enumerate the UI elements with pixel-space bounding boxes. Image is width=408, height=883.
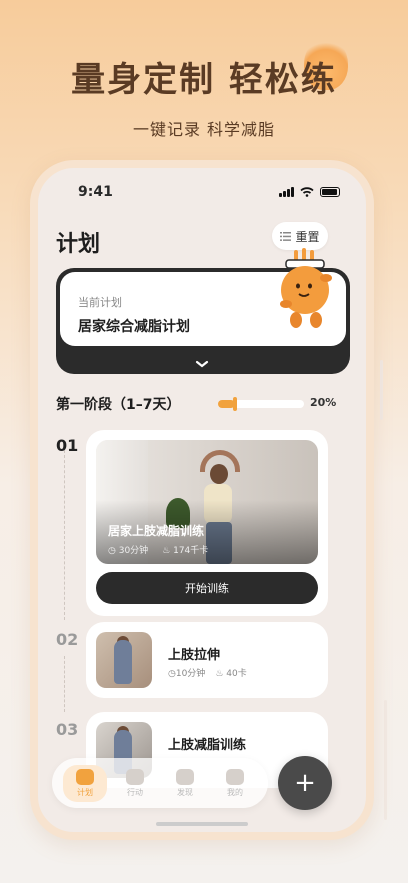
battery-icon [320,187,340,197]
workout-hero-image[interactable]: 居家上肢减脂训练 ◷ 30分钟 ♨ 174千卡 [96,440,318,564]
chevron-down-icon[interactable] [195,360,209,368]
tab-action[interactable]: 行动 [113,768,157,798]
tab-label: 行动 [127,787,143,797]
profile-icon [226,768,244,785]
workout-title: 上肢减脂训练 [168,738,247,753]
phone-frame: 9:41 计划 重置 当前计划 居家综合减脂计划 第一阶段（1–7天） 20% … [30,160,374,840]
signal-icon [279,187,294,197]
clock-icon: ◷ [168,669,176,679]
day-card-main[interactable]: 居家上肢减脂训练 ◷ 30分钟 ♨ 174千卡 开始训练 [86,430,328,616]
workout-meta: ◷10分钟 ♨ 40卡 [168,666,247,679]
tab-label: 发现 [177,787,193,797]
flame-icon: ♨ [162,546,174,556]
timeline-line [64,450,65,620]
promo-subtitle: 一键记录 科学减脂 [132,120,276,139]
page-title: 计划 [56,232,101,257]
day-card[interactable]: 上肢拉伸 ◷10分钟 ♨ 40卡 [86,622,328,698]
promo-title: 量身定制 轻松练 [71,60,337,100]
mascot-illustration [280,248,332,328]
add-button[interactable]: + [278,756,332,810]
workout-thumbnail [96,632,152,688]
status-bar: 9:41 [38,184,366,204]
tab-label: 我的 [227,787,243,797]
status-icons [279,187,340,197]
day-number: 03 [56,720,79,739]
home-indicator [156,822,248,826]
tab-label: 计划 [77,787,93,797]
wifi-icon [300,187,314,197]
workout-duration: 10分钟 [175,669,206,679]
stage-progress-bar [218,397,304,411]
stage-title: 第一阶段（1–7天） [56,397,181,413]
reset-label: 重置 [295,229,320,244]
day-number: 01 [56,436,79,455]
timeline-line [64,656,65,712]
bottom-tab-bar: 计划 行动 发现 我的 [52,758,268,808]
list-icon [280,231,292,241]
stage-progress-label: 20% [310,396,337,409]
workout-meta: ◷ 30分钟 ♨ 174千卡 [108,543,208,556]
tab-plan[interactable]: 计划 [63,764,107,802]
current-plan-label: 当前计划 [78,296,122,309]
current-plan-name: 居家综合减脂计划 [78,319,190,335]
reset-button[interactable]: 重置 [272,222,328,250]
workout-duration: 30分钟 [118,546,149,556]
calendar-icon [76,768,94,785]
flame-icon: ♨ [215,669,227,679]
decorative-line [380,360,383,420]
workout-title: 居家上肢减脂训练 [108,524,205,538]
action-icon [126,768,144,785]
status-time: 9:41 [78,184,113,200]
start-training-button[interactable]: 开始训练 [96,572,318,604]
clock-icon: ◷ [108,546,119,556]
tab-discover[interactable]: 发现 [163,768,207,798]
workout-calories: 40卡 [226,669,247,679]
decorative-line [384,700,387,820]
tab-profile[interactable]: 我的 [213,768,257,798]
day-number: 02 [56,630,79,649]
current-plan-card[interactable]: 当前计划 居家综合减脂计划 [56,248,350,374]
stage-progress-knob [233,397,238,411]
discover-icon [176,768,194,785]
workout-title: 上肢拉伸 [168,648,221,663]
workout-calories: 174千卡 [173,546,209,556]
plus-icon: + [294,768,316,798]
